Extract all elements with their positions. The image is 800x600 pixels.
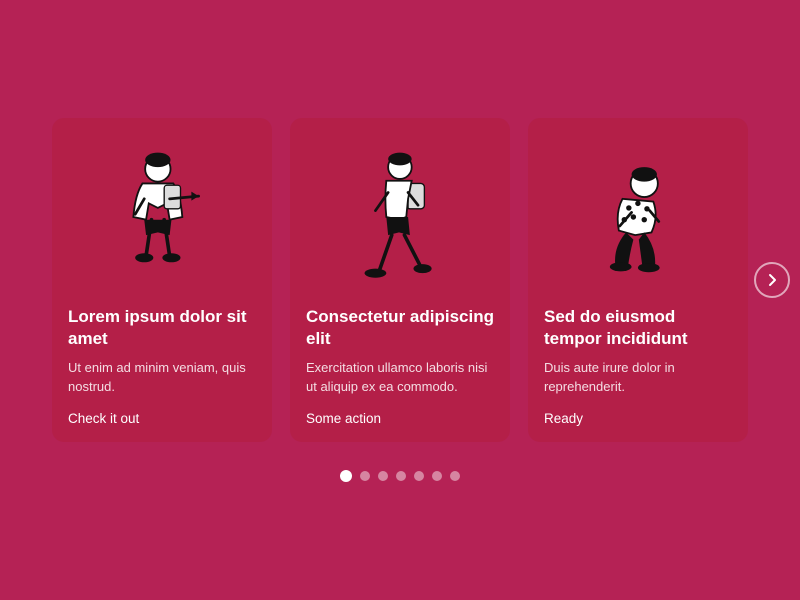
next-arrow-button[interactable] — [754, 262, 790, 298]
card-2-title: Consectetur adipiscing elit — [306, 306, 494, 349]
card-1-body: Ut enim ad minim veniam, quis nostrud. — [68, 359, 256, 397]
card-2-link[interactable]: Some action — [306, 411, 494, 426]
card-1-illustration — [68, 134, 256, 294]
dot-4[interactable] — [396, 471, 406, 481]
person-pointing-icon — [108, 149, 217, 294]
card-3-title: Sed do eiusmod tempor incididunt — [544, 306, 732, 349]
card-1-link[interactable]: Check it out — [68, 411, 256, 426]
dot-1[interactable] — [340, 470, 352, 482]
dot-7[interactable] — [450, 471, 460, 481]
card-3-illustration — [544, 134, 732, 294]
person-walking-icon — [341, 149, 459, 294]
card-2-body: Exercitation ullamco laboris nisi ut ali… — [306, 359, 494, 397]
card-1: Lorem ipsum dolor sit amet Ut enim ad mi… — [52, 118, 272, 441]
chevron-right-icon — [764, 272, 780, 288]
card-1-title: Lorem ipsum dolor sit amet — [68, 306, 256, 349]
card-3-link[interactable]: Ready — [544, 411, 732, 426]
cards-container: Lorem ipsum dolor sit amet Ut enim ad mi… — [20, 118, 780, 441]
card-2: Consectetur adipiscing elit Exercitation… — [290, 118, 510, 441]
carousel-dots — [340, 470, 460, 482]
card-3: Sed do eiusmod tempor incididunt Duis au… — [528, 118, 748, 441]
dot-5[interactable] — [414, 471, 424, 481]
dot-6[interactable] — [432, 471, 442, 481]
dot-2[interactable] — [360, 471, 370, 481]
carousel-wrapper: Lorem ipsum dolor sit amet Ut enim ad mi… — [20, 118, 780, 441]
card-2-illustration — [306, 134, 494, 294]
dot-3[interactable] — [378, 471, 388, 481]
person-crouching-icon — [579, 149, 697, 294]
card-3-body: Duis aute irure dolor in reprehenderit. — [544, 359, 732, 397]
